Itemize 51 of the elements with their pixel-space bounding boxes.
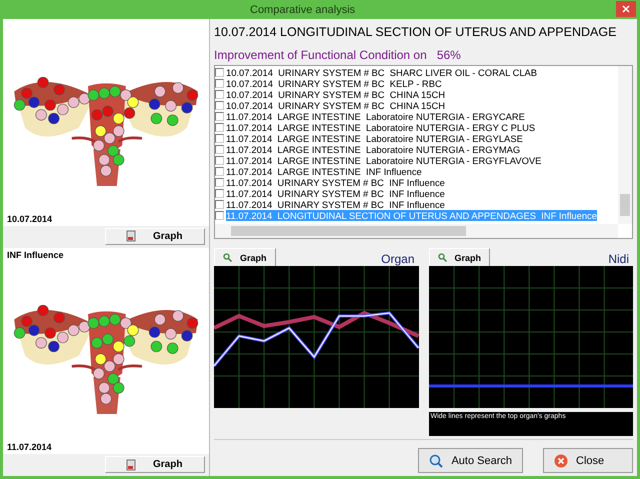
checkbox[interactable]: [215, 178, 224, 187]
search-button[interactable]: Auto Search: [418, 448, 523, 473]
close-button[interactable]: [616, 1, 636, 17]
list-item[interactable]: 11.07.2014 LARGE INTESTINE INF Influence: [226, 166, 422, 177]
checkbox[interactable]: [215, 200, 224, 209]
checkbox[interactable]: [215, 156, 224, 165]
vertical-scrollbar[interactable]: [618, 66, 632, 224]
checkbox[interactable]: [215, 90, 224, 99]
search-icon: [429, 454, 444, 468]
window-title: Comparative analysis: [250, 4, 356, 16]
graph-title: Organ: [381, 252, 414, 266]
close-icon: [554, 454, 568, 468]
list-item[interactable]: 11.07.2014 LARGE INTESTINE Laboratoire NUTERGIA - ERGYFLAVOVE: [226, 155, 542, 166]
graph-button[interactable]: Graph: [105, 228, 205, 244]
list-item[interactable]: 11.07.2014 LARGE INTESTINE Laboratoire NUTERGIA - ERGYMAG: [226, 144, 520, 155]
checkbox[interactable]: [215, 123, 224, 132]
list-item[interactable]: 10.07.2014 URINARY SYSTEM # BC SHARC LIVER OIL - CORAL CLAB: [226, 67, 538, 78]
document-icon: [126, 458, 137, 470]
date-label: 10.07.2014: [7, 214, 54, 224]
document-icon: [126, 230, 137, 242]
date-label: 11.07.2014: [7, 442, 53, 452]
checkbox[interactable]: [215, 145, 224, 154]
checkbox[interactable]: [215, 79, 224, 88]
graph-button[interactable]: Graph: [428, 248, 490, 266]
magnifier-icon: [438, 253, 446, 262]
horizontal-scrollbar[interactable]: [215, 224, 618, 238]
list-item[interactable]: 11.07.2014 LARGE INTESTINE Laboratoire NUTERGIA - ERGY C PLUS: [226, 122, 536, 133]
list-item[interactable]: 11.07.2014 URINARY SYSTEM # BC INF Influence: [226, 177, 445, 188]
magnifier-icon: [223, 253, 232, 262]
checkbox[interactable]: [215, 112, 224, 121]
checkbox[interactable]: [215, 68, 224, 77]
graph-button[interactable]: Graph: [105, 456, 205, 473]
panel-caption: INF Influence: [7, 250, 65, 260]
graph-button[interactable]: Graph: [214, 248, 276, 266]
list-item[interactable]: 11.07.2014 URINARY SYSTEM # BC INF Influence: [226, 188, 445, 199]
improvement-text: Improvement of Functional Condition on 56%: [214, 48, 462, 62]
close-button[interactable]: Close: [543, 448, 633, 473]
list-item[interactable]: 10.07.2014 URINARY SYSTEM # BC CHINA 15CH: [226, 89, 446, 100]
graph-title: Nidi: [608, 252, 629, 266]
checkbox[interactable]: [215, 101, 224, 110]
checkbox[interactable]: [215, 211, 224, 220]
analysis-title: 10.07.2014 LONGITUDINAL SECTION OF UTERUS AND APPENDAGE: [214, 24, 616, 40]
checkbox[interactable]: [215, 167, 224, 176]
checkbox[interactable]: [215, 134, 224, 143]
list-item[interactable]: 11.07.2014 LARGE INTESTINE Laboratoire NUTERGIA - ERGYCARE: [226, 111, 525, 122]
list-item[interactable]: 10.07.2014 URINARY SYSTEM # BC KELP - RBC: [226, 78, 442, 89]
list-item[interactable]: 11.07.2014 LARGE INTESTINE Laboratoire NUTERGIA - ERGYLASE: [226, 133, 523, 144]
checkbox[interactable]: [215, 189, 224, 198]
list-item[interactable]: 10.07.2014 URINARY SYSTEM # BC CHINA 15CH: [226, 100, 446, 111]
close-icon: [622, 5, 630, 13]
list-item[interactable]: 11.07.2014 URINARY SYSTEM # BC INF Influence: [226, 199, 445, 210]
